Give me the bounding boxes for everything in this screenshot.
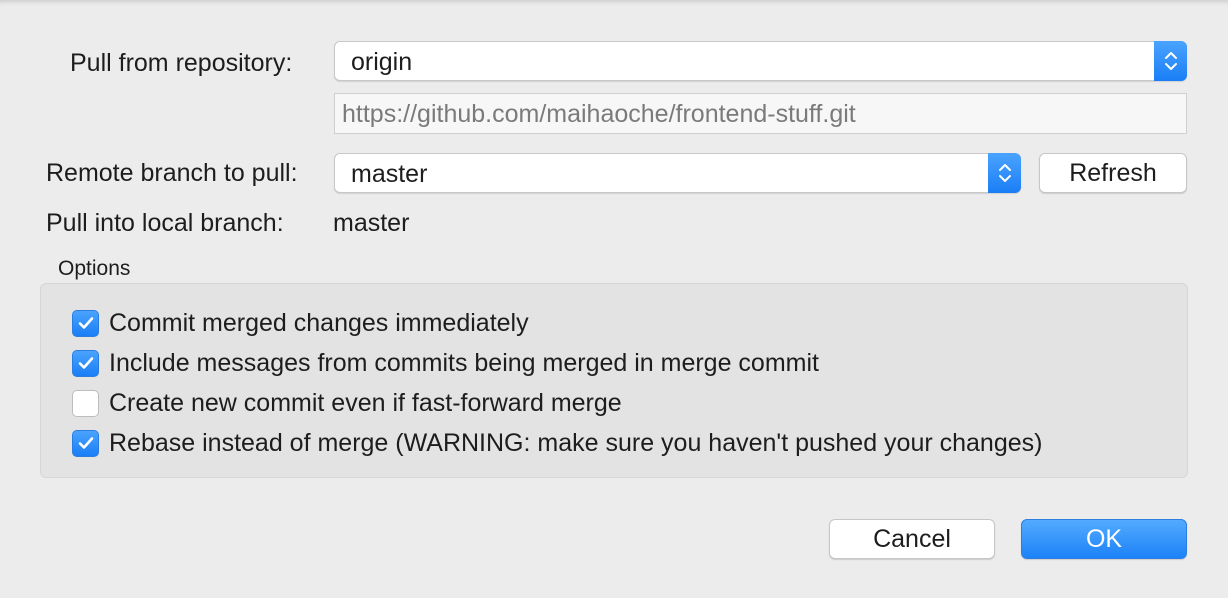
option-include-messages[interactable]: Include messages from commits being merg… — [72, 349, 819, 377]
repository-select[interactable]: origin — [334, 41, 1187, 81]
option-label: Include messages from commits being merg… — [109, 349, 819, 377]
checkbox-unchecked-icon[interactable] — [72, 389, 99, 417]
local-branch-label: Pull into local branch: — [46, 209, 284, 237]
remote-branch-select[interactable]: master — [334, 153, 1021, 193]
option-no-fast-forward[interactable]: Create new commit even if fast-forward m… — [72, 389, 622, 417]
checkbox-checked-icon[interactable] — [72, 349, 99, 377]
option-rebase[interactable]: Rebase instead of merge (WARNING: make s… — [72, 429, 1042, 457]
repository-label: Pull from repository: — [70, 49, 293, 77]
up-down-chevron-icon — [1154, 41, 1187, 81]
repository-select-value: origin — [351, 48, 413, 76]
local-branch-value: master — [333, 209, 410, 237]
remote-branch-label: Remote branch to pull: — [46, 159, 298, 187]
up-down-chevron-icon — [988, 153, 1021, 193]
ok-button[interactable]: OK — [1021, 519, 1187, 559]
repository-url-field: https://github.com/maihaoche/frontend-st… — [334, 93, 1187, 134]
cancel-button[interactable]: Cancel — [829, 519, 995, 559]
option-label: Commit merged changes immediately — [109, 309, 529, 337]
option-commit-immediately[interactable]: Commit merged changes immediately — [72, 309, 529, 337]
checkbox-checked-icon[interactable] — [72, 309, 99, 337]
repository-url-text: https://github.com/maihaoche/frontend-st… — [342, 100, 856, 128]
options-heading: Options — [58, 257, 131, 280]
remote-branch-select-value: master — [351, 160, 428, 188]
refresh-button[interactable]: Refresh — [1039, 153, 1187, 193]
checkbox-checked-icon[interactable] — [72, 429, 99, 457]
option-label: Create new commit even if fast-forward m… — [109, 389, 622, 417]
option-label: Rebase instead of merge (WARNING: make s… — [109, 429, 1043, 457]
pull-dialog: Pull from repository: origin https://git… — [0, 0, 1228, 598]
